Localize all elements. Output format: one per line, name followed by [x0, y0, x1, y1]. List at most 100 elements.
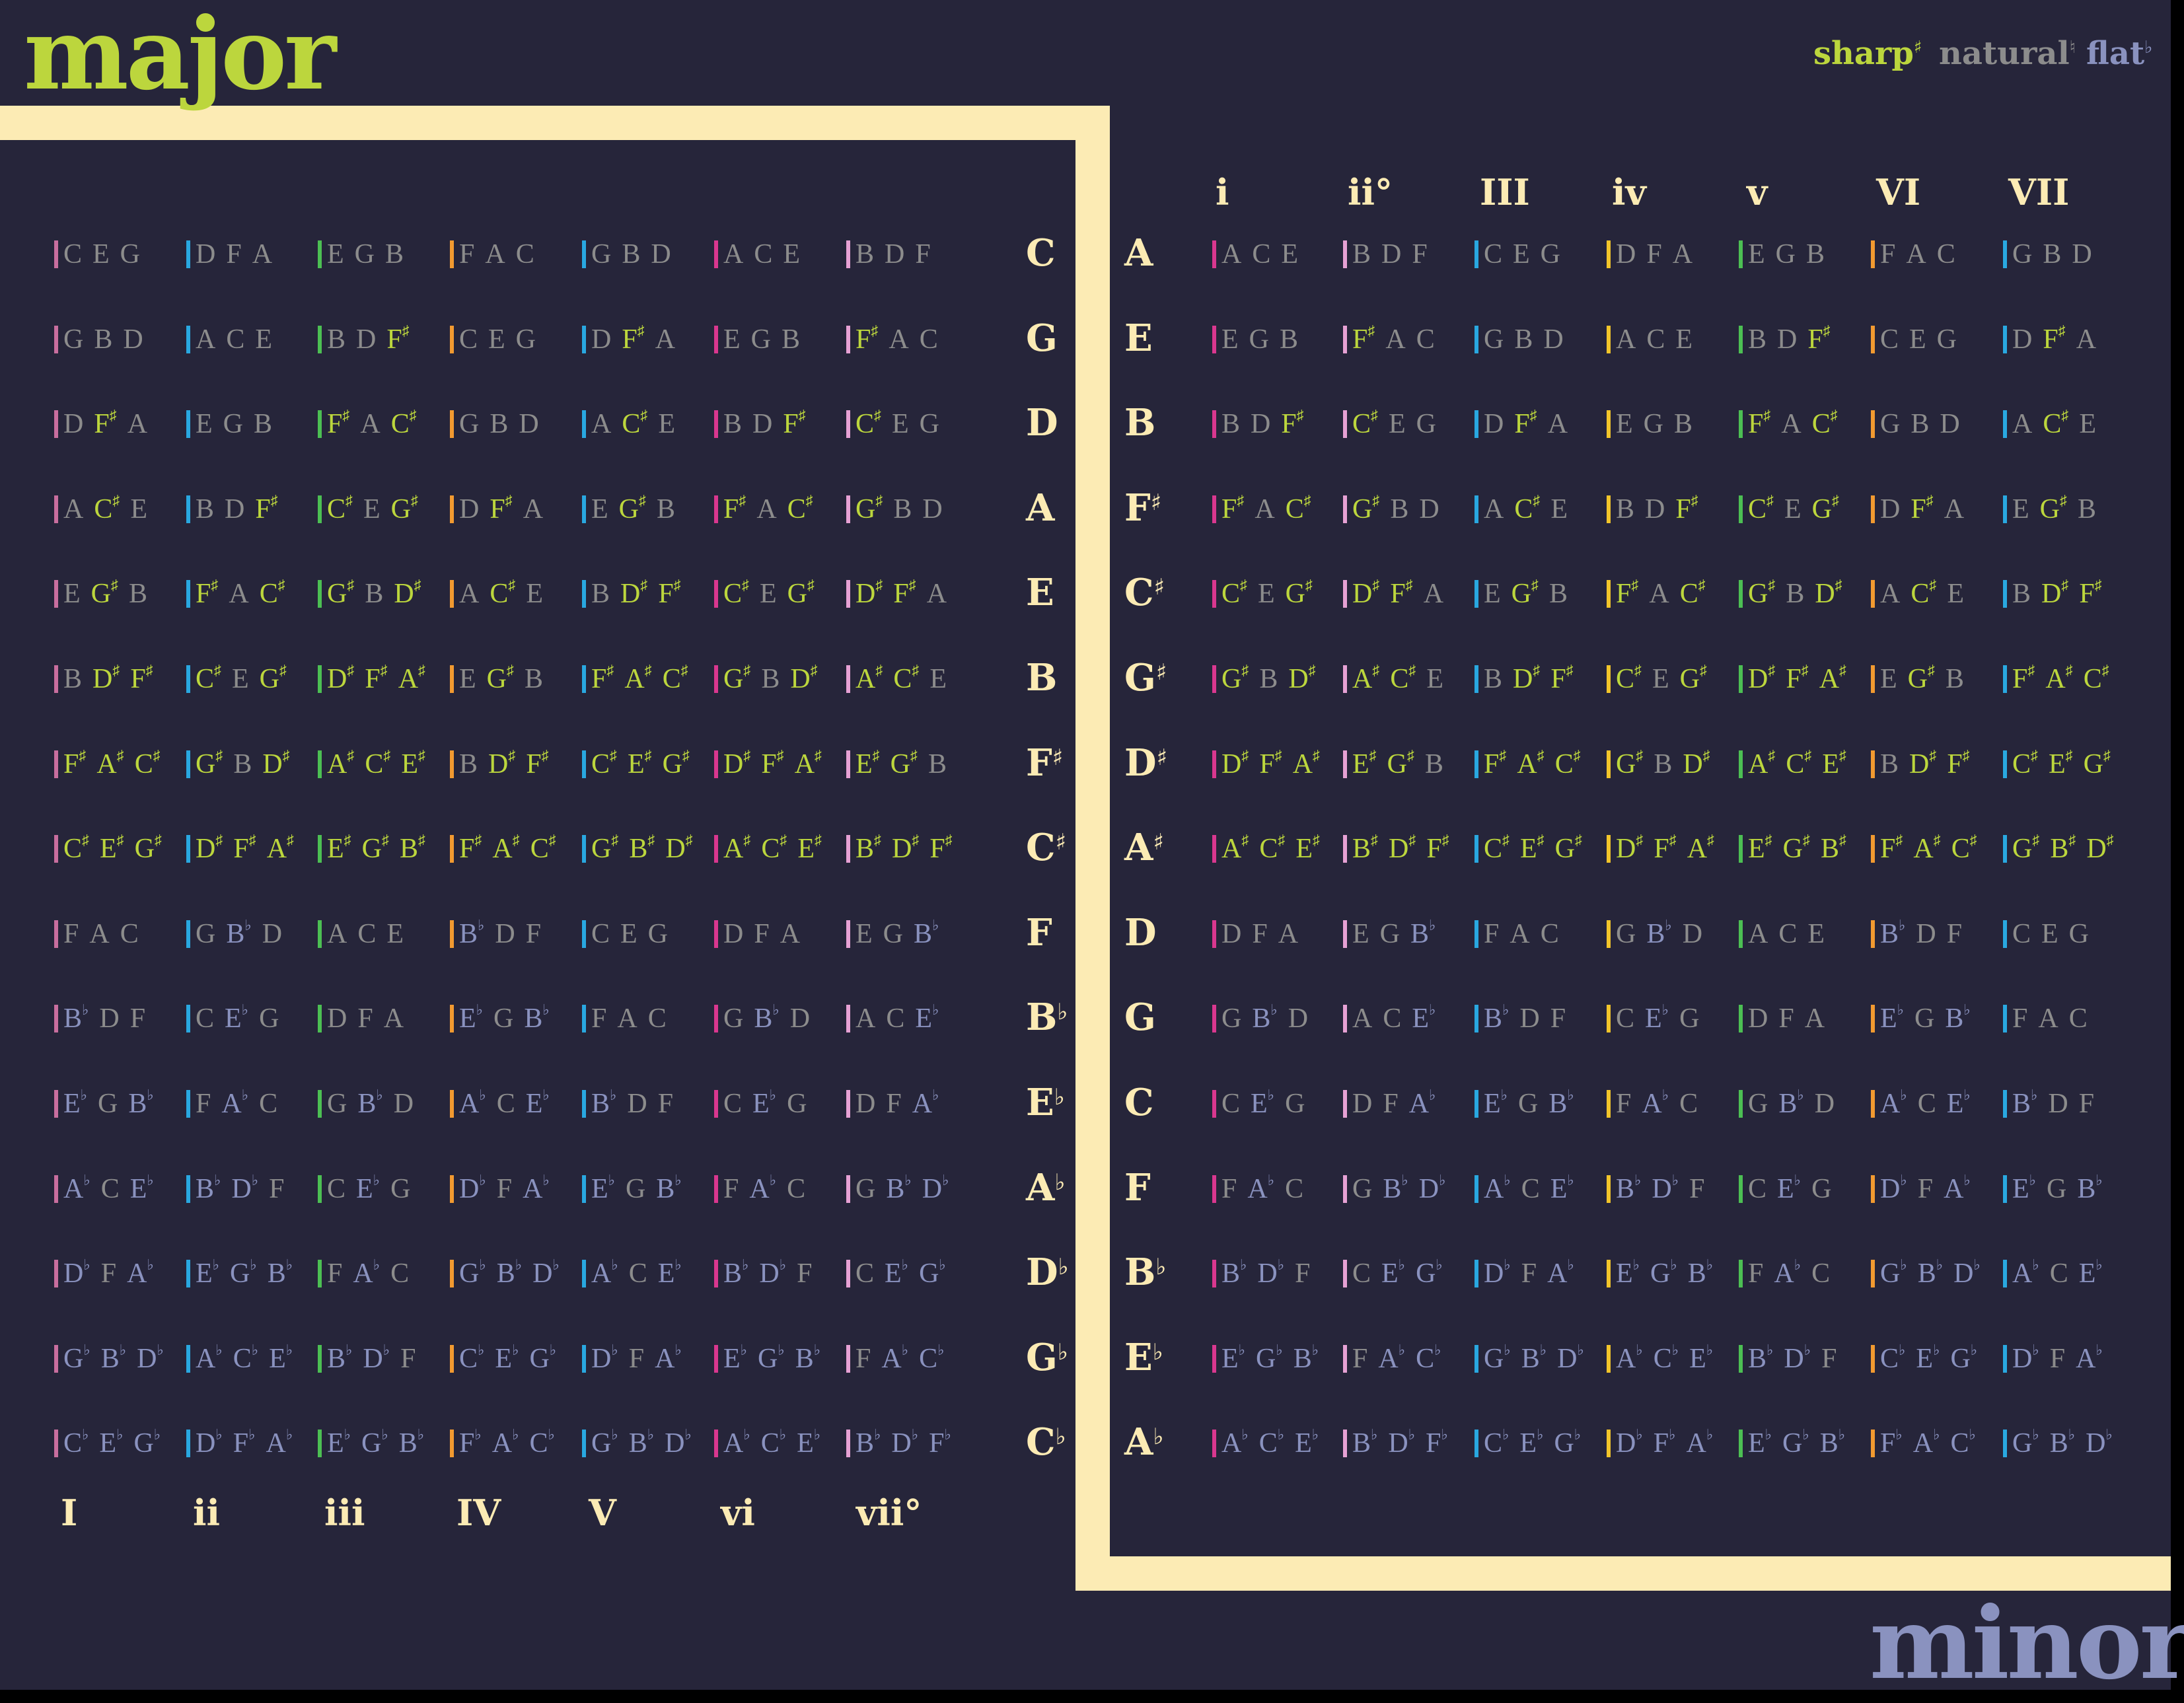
degree-color-bar — [318, 920, 322, 948]
degree-color-bar — [714, 1005, 718, 1033]
chord-note: E — [488, 324, 505, 355]
degree-color-bar — [54, 665, 58, 693]
chord-note: D♯ — [1815, 577, 1842, 610]
chord-note: E — [1880, 664, 1897, 694]
minor-chord-cell: A C♯ E — [1871, 571, 1975, 617]
chord-note: D — [1682, 918, 1703, 949]
chord-note: A — [327, 918, 347, 949]
chord-chart-page: major minor sharp♯ natural♮ flat♭ CEGDFA… — [0, 0, 2184, 1703]
degree-color-bar — [582, 750, 586, 778]
chord-note: G — [1484, 324, 1504, 355]
degree-color-bar — [1474, 920, 1478, 948]
chord-note: D♯ — [723, 746, 751, 779]
chord-note: F♯ — [233, 832, 256, 865]
sharp-icon: ♯ — [606, 662, 614, 678]
flat-icon: ♭ — [1969, 1426, 1976, 1443]
chord-note: F♯ — [327, 407, 350, 440]
major-chord-cell: C♭ E♭ G♭ — [450, 1336, 567, 1382]
sharp-icon: ♯ — [153, 746, 161, 764]
chord-note: B — [1748, 324, 1767, 355]
chord-note: A — [196, 324, 216, 355]
chord-note: F — [2012, 1003, 2028, 1034]
chord-note: F♯ — [459, 832, 482, 865]
degree-color-bar — [1871, 750, 1875, 778]
flat-icon: ♭ — [153, 1426, 161, 1443]
chord-note: D♯ — [620, 577, 648, 610]
chord-note: B — [761, 664, 780, 694]
page-edge-right — [2171, 0, 2184, 1703]
chord-note: F♭ — [1426, 1426, 1448, 1459]
chord-note: G — [1914, 1003, 1935, 1034]
chord-note: E♭ — [1689, 1341, 1714, 1374]
flat-icon: ♭ — [215, 1426, 223, 1443]
flat-icon: ♭ — [611, 1256, 618, 1274]
chord-note: D♭ — [1616, 1426, 1643, 1459]
chord-note: A — [523, 493, 544, 525]
degree-color-bar — [1212, 750, 1216, 778]
chord-note: C♯ — [2012, 746, 2039, 779]
chord-note: A — [1423, 579, 1444, 610]
sharp-icon: ♯ — [418, 832, 426, 849]
major-chord-cell: B D♯ F♯ — [582, 571, 692, 617]
chord-note: F — [1550, 1003, 1566, 1034]
chord-note: C♯ — [723, 577, 750, 610]
flat-icon: ♭ — [1665, 916, 1672, 933]
chord-note: D — [1419, 493, 1439, 525]
chord-note: A — [2038, 1003, 2058, 1034]
sharp-icon: ♯ — [1369, 746, 1377, 764]
chord-note: A♭ — [266, 1426, 293, 1459]
chord-note: D — [495, 918, 515, 949]
sharp-icon: ♯ — [277, 577, 285, 594]
chord-note: A♯ — [1748, 746, 1776, 779]
chord-note: F♯ — [1550, 662, 1574, 694]
chord-note: D — [327, 1003, 347, 1034]
sharp-icon: ♯ — [347, 662, 355, 678]
chord-note: C — [226, 324, 245, 355]
chord-note: G — [591, 239, 612, 270]
sharp-icon: ♯ — [2031, 746, 2039, 764]
flat-icon: ♭ — [1802, 1426, 1809, 1443]
major-chord-cell: D♯ F♯ A♯ — [318, 656, 436, 702]
sharp-icon: ♯ — [1801, 662, 1809, 678]
sharp-icon: ♯ — [1962, 746, 1970, 764]
chord-note: E♭ — [269, 1341, 293, 1374]
degree-color-bar — [582, 1175, 586, 1203]
chord-note: C♯ — [1285, 491, 1311, 525]
key-letter: B — [1026, 656, 1058, 700]
flat-icon: ♭ — [769, 1171, 777, 1188]
degree-color-bar — [318, 1430, 322, 1458]
chord-note: G♯ — [2083, 746, 2111, 779]
chord-note: G♯ — [2012, 832, 2040, 865]
chord-note: G♯ — [855, 491, 883, 525]
major-key-label: C — [1026, 230, 1056, 276]
chord-note: C♯ — [1911, 577, 1937, 610]
minor-chord-cell: GBD — [2003, 231, 2103, 277]
chord-note: F — [1778, 1003, 1794, 1034]
key-letter: F — [1026, 741, 1052, 785]
flat-icon: ♭ — [2029, 1171, 2037, 1188]
sharp-icon: ♯ — [1566, 662, 1574, 678]
flat-icon: ♭ — [1311, 1341, 1319, 1358]
minor-key-label: F — [1124, 1165, 1151, 1211]
degree-color-bar — [54, 240, 58, 268]
minor-key-label: G♯ — [1124, 655, 1167, 701]
degree-color-bar — [186, 920, 190, 948]
flat-icon: ♭ — [83, 1256, 91, 1274]
chord-note: F♭ — [929, 1426, 951, 1459]
sharp-icon: ♯ — [1308, 662, 1316, 678]
degree-color-bar — [714, 1175, 718, 1203]
chord-note: D♭ — [1880, 1171, 1907, 1204]
chord-note: C — [63, 239, 83, 270]
key-letter: E — [1124, 1335, 1153, 1379]
chord-note: C♭ — [63, 1426, 89, 1459]
flat-icon: ♭ — [1900, 1087, 1907, 1103]
chord-note: C — [1252, 239, 1271, 270]
major-chord-cell: F A♭ C — [186, 1081, 288, 1127]
key-letter: C — [1124, 571, 1154, 615]
flat-icon: ♭ — [251, 1341, 259, 1358]
minor-chord-cell: D♭ F♭ A♭ — [1607, 1420, 1724, 1467]
degree-color-bar — [1474, 1090, 1478, 1118]
chord-note: G — [883, 918, 903, 949]
key-letter: F — [1026, 910, 1052, 955]
minor-chord-cell: G B♭ D — [1607, 911, 1713, 957]
